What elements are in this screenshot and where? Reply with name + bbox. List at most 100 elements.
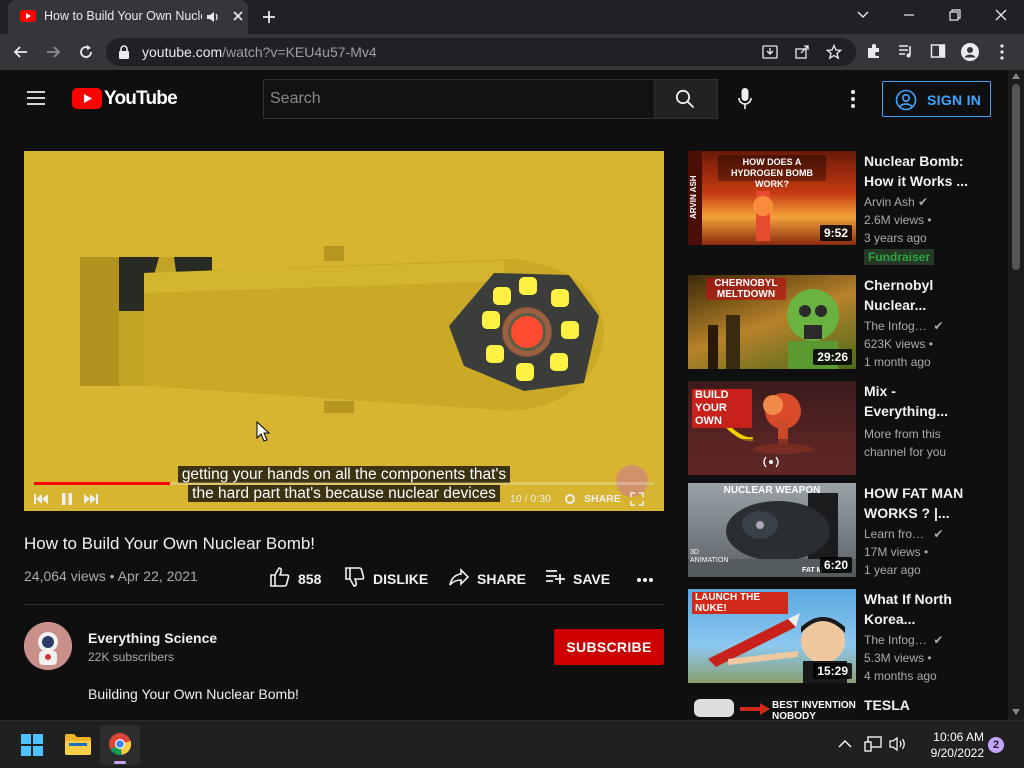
video-thumbnail[interactable]: LAUNCH THE NUKE! 15:29 [688,589,856,683]
previous-icon[interactable] [34,494,48,504]
related-title[interactable]: TESLA [864,695,968,715]
progress-fill [34,482,171,485]
share-arrow-icon [449,568,470,586]
like-button[interactable]: 858 [269,566,329,590]
video-thumbnail[interactable]: BEST INVENTION NOBODY [688,695,856,720]
share-button[interactable]: SHARE [448,566,528,590]
dislike-button[interactable]: DISLIKE [344,566,430,590]
fullscreen-icon[interactable] [630,492,644,506]
related-title[interactable]: What If North Korea... [864,589,968,629]
windows-start-icon[interactable] [21,734,43,756]
related-video[interactable]: ARVIN ASH HOW DOES A HYDROGEN BOMB WORK?… [688,151,988,265]
hamburger-menu-icon[interactable] [26,90,46,106]
settings-gear-icon[interactable] [564,493,576,505]
related-channel-name: Arvin Ash [864,195,915,209]
settings-more-icon[interactable] [849,89,857,109]
related-age: channel for you [864,445,947,459]
channel-avatar[interactable] [24,622,72,670]
tab-close-icon[interactable] [232,10,244,22]
mix-radio-icon [763,456,779,468]
network-icon[interactable] [864,736,882,752]
video-thumbnail[interactable]: NUCLEAR WEAPON 3D ANIMATION FAT M 6:20 [688,483,856,577]
minimize-icon[interactable] [902,8,916,22]
page-scrollbar[interactable] [1008,70,1024,720]
related-channel-name: Learn from t... [864,527,930,541]
youtube-page: YouTube SIGN IN [0,70,1008,720]
player-controls: 10 / 0:30 SHARE [24,489,664,511]
related-video[interactable]: BEST INVENTION NOBODY TESLA [688,695,988,720]
video-player[interactable]: getting your hands on all the components… [24,151,664,511]
voice-search-mic-icon[interactable] [738,88,752,110]
media-controls-icon[interactable] [898,43,914,59]
video-thumbnail[interactable]: BUILD YOUR OWN [688,381,856,475]
more-actions-icon[interactable] [636,577,654,583]
search-box[interactable] [263,79,655,119]
bookmark-star-icon[interactable] [826,44,842,60]
new-tab-icon[interactable] [260,8,278,26]
verified-icon: ✔ [933,319,944,333]
chrome-taskbar-button[interactable] [100,725,140,765]
tab-search-chevron-icon[interactable] [856,8,870,22]
tab-audio-icon[interactable] [206,10,220,24]
related-title[interactable]: Chernobyl Nuclear... [864,275,968,315]
related-video[interactable]: LAUNCH THE NUKE! 15:29 What If North Kor… [688,589,988,683]
close-window-icon[interactable] [994,8,1008,22]
player-share-label[interactable]: SHARE [584,493,621,505]
progress-bar[interactable] [34,482,654,485]
search-button[interactable] [655,79,718,119]
thumbnail-subtext: 3D ANIMATION [690,549,729,564]
taskbar-clock[interactable]: 10:06 AM 9/20/2022 [914,729,984,761]
scroll-down-arrow-icon[interactable] [1012,709,1020,715]
scroll-up-arrow-icon[interactable] [1012,73,1020,79]
related-age: 1 month ago [864,355,931,369]
next-icon[interactable] [84,494,98,504]
restore-icon[interactable] [948,8,962,22]
share-page-icon[interactable] [794,44,810,60]
file-explorer-icon[interactable] [65,733,91,755]
scrollbar-thumb[interactable] [1012,84,1020,270]
account-icon [895,89,917,111]
install-app-icon[interactable] [762,44,778,60]
browser-toolbar: youtube.com/watch?v=KEU4u57-Mv4 [0,34,1024,70]
thumbnail-side-text: ARVIN ASH [689,175,698,219]
related-views: 5.3M views • [864,651,932,665]
video-thumbnail[interactable]: ARVIN ASH HOW DOES A HYDROGEN BOMB WORK?… [688,151,856,245]
related-video[interactable]: BUILD YOUR OWN Mix - Everything... More … [688,381,988,475]
subscribe-button[interactable]: SUBSCRIBE [554,629,664,665]
thumbnail-text: HOW DOES A HYDROGEN BOMB WORK? [730,157,813,189]
reload-icon[interactable] [77,43,95,61]
sign-in-label: SIGN IN [927,92,982,108]
related-views: 623K views • [864,337,933,351]
notification-badge[interactable]: 2 [988,737,1004,753]
related-video[interactable]: NUCLEAR WEAPON 3D ANIMATION FAT M 6:20 H… [688,483,988,577]
related-title[interactable]: Nuclear Bomb: How it Works ... [864,151,968,191]
related-title[interactable]: HOW FAT MAN WORKS ? |... [864,483,968,523]
sign-in-button[interactable]: SIGN IN [882,81,991,117]
back-arrow-icon[interactable] [12,43,30,61]
like-count: 858 [298,571,322,587]
related-views: More from this [864,427,941,441]
pause-icon[interactable] [62,493,72,505]
browser-tab[interactable]: How to Build Your Own Nuclear Bomb! [8,0,248,34]
related-title[interactable]: Mix - Everything... [864,381,968,421]
related-video[interactable]: CHERNOBYL MELTDOWN 29:26 Chernobyl Nucle… [688,275,988,369]
related-views: 2.6M views • [864,213,932,227]
extensions-puzzle-icon[interactable] [866,43,882,59]
lock-icon[interactable] [118,45,130,59]
browser-menu-icon[interactable] [996,43,1008,61]
show-hidden-icons-chevron-icon[interactable] [838,739,852,749]
channel-name[interactable]: Everything Science [88,630,217,646]
video-meta: 24,064 views • Apr 22, 2021 [24,568,198,584]
active-indicator [114,761,126,764]
profile-icon[interactable] [961,43,979,61]
search-input[interactable] [270,90,640,108]
duration-badge: 9:52 [819,225,852,241]
forward-arrow-icon[interactable] [44,43,62,61]
youtube-logo[interactable]: YouTube [72,88,178,110]
save-button[interactable]: SAVE [545,566,615,590]
side-panel-icon[interactable] [930,43,946,59]
volume-icon[interactable] [889,736,907,752]
related-channel: The Infograp... ✔ [864,319,974,333]
address-bar[interactable]: youtube.com/watch?v=KEU4u57-Mv4 [106,38,856,66]
video-thumbnail[interactable]: CHERNOBYL MELTDOWN 29:26 [688,275,856,369]
